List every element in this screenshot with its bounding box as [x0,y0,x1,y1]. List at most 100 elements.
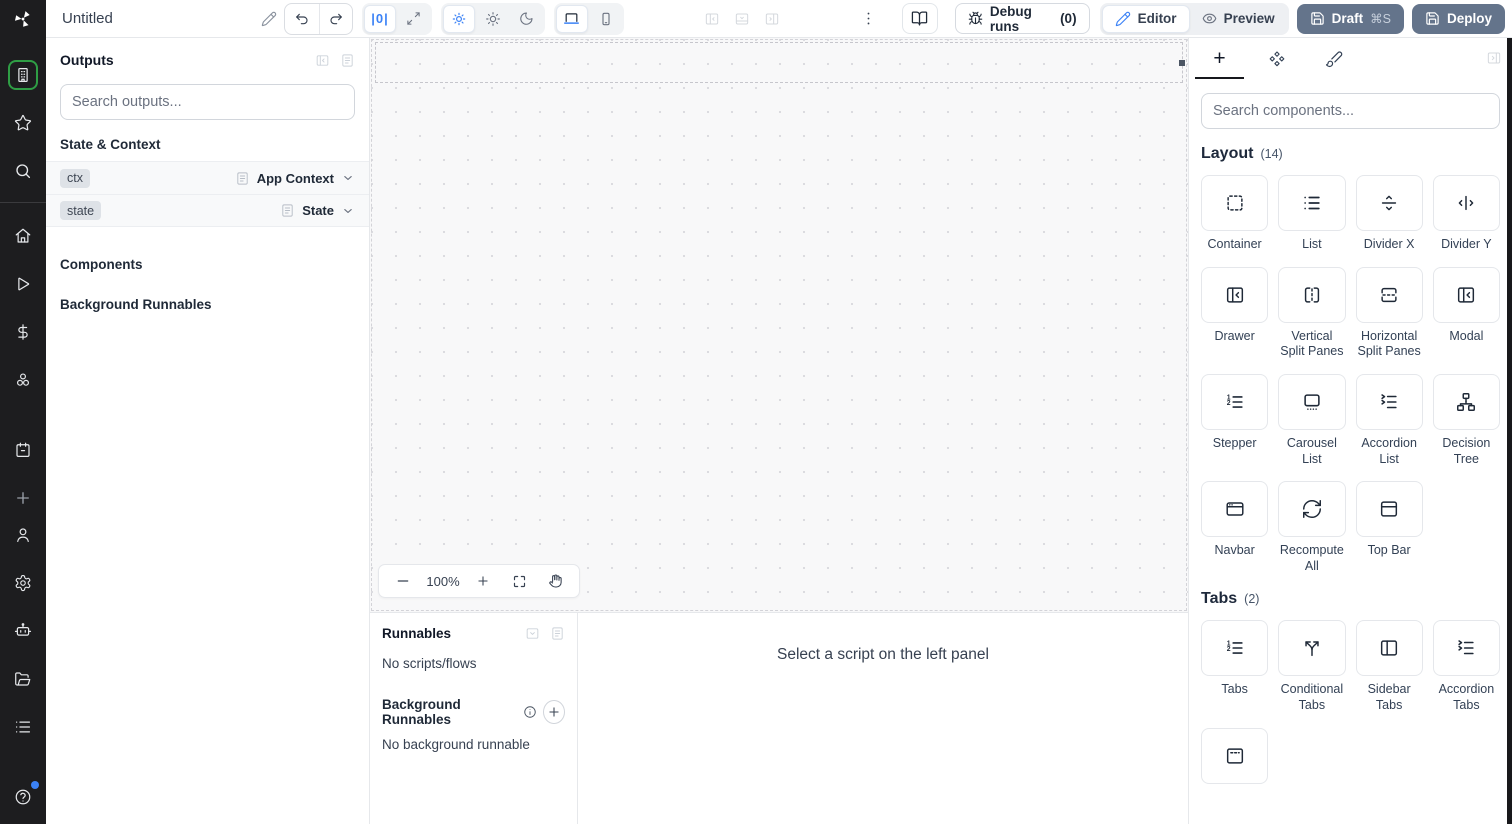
component-card-decision-tree[interactable]: Decision Tree [1432,373,1500,467]
sidebar-tabs-icon [1355,620,1423,677]
component-card-vertical-split-panes[interactable]: Vertical Split Panes [1278,266,1346,360]
info-icon[interactable] [523,705,537,719]
collapse-runnables-icon[interactable] [525,626,540,641]
component-section-header: Layout (14) [1201,145,1500,163]
component-card-carousel-list[interactable]: Carousel List [1278,373,1346,467]
window-scrollbar[interactable] [1507,38,1512,824]
fit-view-button[interactable] [501,567,537,595]
chevron-down-icon[interactable] [341,171,355,185]
deploy-button[interactable]: Deploy [1411,3,1505,34]
play-icon [14,275,32,293]
undo-button[interactable] [285,4,318,34]
sidebar-item-variables[interactable] [8,317,38,347]
component-card-container[interactable]: Container [1201,175,1269,253]
zoom-out-button[interactable] [385,567,421,595]
navbar-icon [1201,481,1269,538]
component-card-divider-x[interactable]: Divider X [1355,175,1423,253]
accordion-icon [1432,620,1500,677]
zoom-in-button[interactable] [465,567,501,595]
edit-title-button[interactable] [259,7,281,31]
resize-handle[interactable] [1179,59,1185,66]
app-canvas[interactable]: 100% [370,38,1188,612]
component-library-panel: + Layout (14) Container List Divider X Divide… [1188,38,1512,824]
doc-icon[interactable] [550,626,565,641]
component-card-divider-y[interactable]: Divider Y [1432,175,1500,253]
sidebar-item-folders[interactable] [8,664,38,694]
theme-dark-button[interactable] [511,5,543,33]
state-row[interactable]: state State [46,194,369,227]
desktop-view-button[interactable] [555,4,588,33]
theme-auto-button[interactable] [442,4,475,33]
preview-tab[interactable]: Preview [1190,5,1287,33]
sidebar-item-workers[interactable] [8,616,38,646]
svg-text:2: 2 [1226,400,1230,407]
redo-button[interactable] [318,3,352,34]
draft-button[interactable]: Draft ⌘S [1296,3,1404,34]
canvas-drop-zone[interactable] [375,42,1185,83]
sidebar-item-settings[interactable] [8,568,38,598]
component-label: Accordion Tabs [1438,682,1495,712]
sidebar-item-search[interactable] [8,156,38,186]
collapse-panel-icon[interactable] [315,53,330,68]
windmill-logo[interactable] [0,0,46,38]
sidebar-item-resources[interactable] [8,365,38,395]
add-background-runnable-button[interactable] [543,700,565,724]
editor-tab[interactable]: Editor [1101,4,1190,33]
search-components-input[interactable] [1201,93,1500,129]
expand-canvas-button[interactable] [398,5,430,33]
component-label: Decision Tree [1442,435,1491,466]
component-card-list[interactable]: List [1278,175,1346,253]
tab-insert-component[interactable]: + [1191,38,1248,79]
sidebar-item-apps[interactable] [8,60,38,90]
debug-runs-button[interactable]: Debug runs (0) [954,3,1090,34]
collapse-right-panel-button[interactable] [1486,50,1502,66]
component-card-modal[interactable]: Modal [1432,266,1500,360]
tab-components-tree[interactable] [1248,38,1305,79]
sidebar-item-schedules[interactable] [8,435,38,465]
sidebar-item-user[interactable] [8,520,38,550]
redo-icon [328,11,344,27]
sidebar-item-logs[interactable] [8,712,38,742]
ctx-badge: ctx [60,168,90,188]
mode-toggle-group: Editor Preview [1099,2,1289,35]
sidebar-item-runs[interactable] [8,269,38,299]
panel-toggles-disabled [704,11,780,27]
theme-auto-icon [451,11,467,27]
sidebar-item-favorites[interactable] [8,108,38,138]
component-card-accordion-tabs[interactable]: Accordion Tabs [1432,620,1500,713]
more-menu-button[interactable] [858,10,880,27]
component-label: Accordion List [1361,435,1417,466]
component-card-tabs[interactable]: 1 2 Tabs [1201,620,1269,713]
sidebar-item-help[interactable] [8,781,39,812]
component-label: Carousel List [1286,435,1337,466]
phone-icon [598,11,614,27]
empty-scripts-text: No scripts/flows [382,656,477,671]
chevron-down-icon[interactable] [341,204,355,218]
sidebar-item-home[interactable] [8,221,38,251]
search-outputs-input[interactable] [60,84,355,120]
fixed-width-toggle[interactable]: |0| [363,4,396,33]
component-card-drawer[interactable]: Drawer [1201,266,1269,360]
component-card-sidebar-tabs[interactable]: Sidebar Tabs [1355,620,1423,713]
component-card-top-bar[interactable]: Top Bar [1355,481,1423,574]
hsplit-icon [1355,266,1423,323]
docs-button[interactable] [901,3,938,34]
doc-icon[interactable] [340,53,355,68]
mobile-view-button[interactable] [590,5,622,33]
right-panel-tabs: + [1189,38,1512,79]
component-card-partial[interactable] [1201,727,1269,784]
pan-button[interactable] [537,567,573,595]
tab-styling[interactable] [1305,38,1362,79]
component-card-conditional-tabs[interactable]: Conditional Tabs [1278,620,1346,713]
component-card-horizontal-split-panes[interactable]: Horizontal Split Panes [1355,266,1423,360]
component-card-recompute-all[interactable]: Recompute All [1278,481,1346,574]
component-card-accordion-list[interactable]: Accordion List [1355,373,1423,467]
sidebar-item-create[interactable] [8,483,38,513]
ctx-row[interactable]: ctx App Context [46,161,369,194]
svg-text:2: 2 [1226,647,1230,654]
component-label: Stepper [1212,435,1257,450]
list-icon [14,718,32,736]
theme-light-button[interactable] [477,5,509,33]
component-card-navbar[interactable]: Navbar [1201,481,1269,574]
component-card-stepper[interactable]: 1 2 Stepper [1201,373,1269,467]
